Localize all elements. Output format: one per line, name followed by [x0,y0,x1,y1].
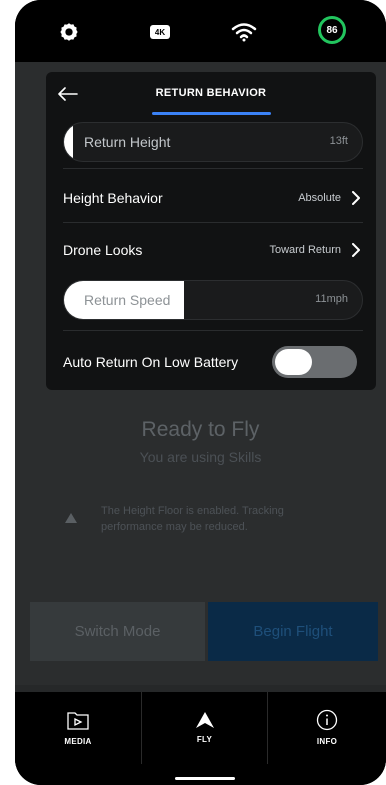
home-indicator [175,777,235,780]
warning-text: The Height Floor is enabled. Tracking pe… [101,505,284,533]
divider [63,168,363,169]
return-height-value: 13ft [329,135,348,147]
bottom-nav: MEDIA FLY INFO [15,692,386,785]
chevron-right-icon [349,191,363,205]
height-floor-warning: The Height Floor is enabled. Tracking pe… [65,503,341,535]
gear-icon[interactable] [57,20,81,44]
drone-looks-row[interactable]: Drone Looks Toward Return [63,228,363,272]
wifi-icon[interactable] [229,20,259,44]
nav-media-label: MEDIA [64,736,92,746]
height-behavior-row[interactable]: Height Behavior Absolute [63,176,363,220]
battery-level: 86 [318,16,346,44]
modal-title: RETURN BEHAVIOR [155,87,267,99]
ready-title: Ready to Fly [141,418,260,441]
info-icon [316,709,338,730]
nav-info-label: INFO [316,736,338,746]
4k-label: 4K [150,25,170,39]
title-underline [152,112,271,115]
nav-fly-label: FLY [196,734,213,744]
nav-media[interactable]: MEDIA [15,692,141,762]
return-behavior-modal: RETURN BEHAVIOR Return Height 13ft Heigh… [46,72,376,390]
warning-icon [65,513,77,523]
begin-flight-button[interactable]: Begin Flight [208,602,378,661]
media-icon [67,711,89,730]
nav-info[interactable]: INFO [268,692,386,762]
chevron-right-icon [349,243,363,257]
height-behavior-label: Height Behavior [63,190,163,206]
auto-return-toggle[interactable] [272,346,357,378]
height-behavior-value: Absolute [298,192,341,204]
divider [63,222,363,223]
return-height-fill [64,123,73,161]
return-height-label: Return Height [84,134,171,150]
auto-return-label: Auto Return On Low Battery [63,354,239,370]
toggle-knob [275,349,312,375]
status-bar: 4K 86 [15,0,386,62]
return-speed-label: Return Speed [84,292,171,308]
screen: 4K 86 Ready to Fly You are using Skills … [15,0,386,785]
ready-subtitle: You are using Skills [139,449,262,465]
divider [63,330,363,331]
return-speed-value: 11mph [315,293,348,305]
fly-icon [195,711,214,728]
nav-fly[interactable]: FLY [142,692,267,762]
return-speed-slider[interactable]: Return Speed 11mph [63,280,363,320]
modal-header: RETURN BEHAVIOR [46,72,376,118]
4k-icon[interactable]: 4K [145,20,175,44]
phone-frame: 4K 86 Ready to Fly You are using Skills … [15,0,386,785]
battery-indicator[interactable]: 86 [317,16,347,44]
return-height-slider[interactable]: Return Height 13ft [63,122,363,162]
drone-looks-value: Toward Return [269,244,341,256]
switch-mode-button[interactable]: Switch Mode [30,602,205,661]
drone-looks-label: Drone Looks [63,242,143,258]
